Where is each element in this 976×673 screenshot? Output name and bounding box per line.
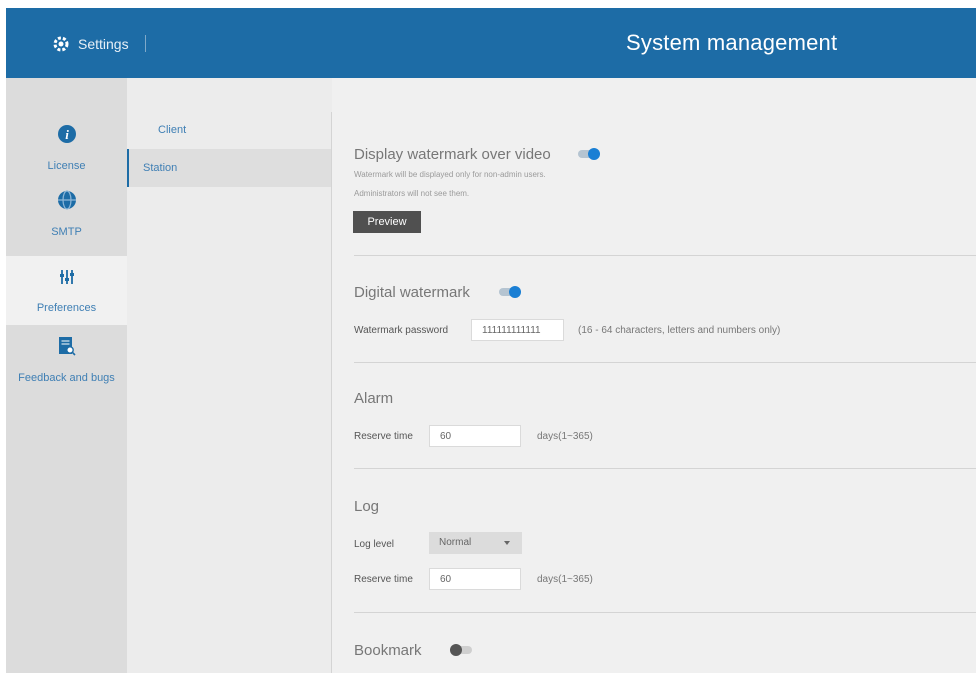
display-watermark-title: Display watermark over video	[354, 146, 551, 163]
sidebar-item-label: License	[47, 160, 86, 172]
log-level-value: Normal	[439, 537, 472, 548]
sidebar-item-license[interactable]: i License	[6, 118, 127, 182]
alarm-reserve-label: Reserve time	[354, 431, 413, 442]
top-bar: Settings System management	[6, 8, 976, 78]
watermark-password-hint: (16 - 64 characters, letters and numbers…	[578, 325, 781, 336]
log-reserve-unit: days(1~365)	[537, 574, 593, 585]
bookmark-toggle[interactable]	[450, 644, 472, 656]
toggle-knob	[588, 148, 600, 160]
svg-text:i: i	[65, 127, 69, 142]
settings-sidebar: i License SMTP Preferences Feedback and …	[6, 78, 127, 673]
digital-watermark-title: Digital watermark	[354, 284, 470, 301]
app-window: Settings System management i License SMT…	[6, 8, 976, 673]
section-divider	[354, 468, 976, 469]
sidebar-item-preferences[interactable]: Preferences	[6, 256, 127, 325]
globe-icon	[57, 190, 76, 210]
sidebar-item-label: Feedback and bugs	[18, 372, 115, 384]
subnav-item-client[interactable]: Client	[127, 111, 332, 149]
report-icon	[58, 337, 76, 356]
chevron-down-icon	[504, 541, 510, 545]
section-divider	[354, 362, 976, 363]
subnav-item-station[interactable]: Station	[127, 149, 332, 187]
page-title: System management	[626, 30, 838, 55]
watermark-password-label: Watermark password	[354, 325, 449, 336]
sidebar-item-feedback[interactable]: Feedback and bugs	[6, 328, 127, 390]
log-reserve-input[interactable]	[429, 568, 521, 590]
section-divider	[354, 255, 976, 256]
header-divider	[145, 35, 146, 52]
alarm-reserve-unit: days(1~365)	[537, 431, 593, 442]
log-level-select[interactable]: Normal	[429, 532, 522, 554]
sub-sidebar: Client Station	[127, 78, 332, 673]
bookmark-title: Bookmark	[354, 642, 422, 659]
alarm-title: Alarm	[354, 390, 394, 407]
log-title: Log	[354, 498, 380, 515]
preview-button[interactable]: Preview	[353, 211, 421, 233]
sliders-icon	[59, 270, 74, 284]
section-divider	[354, 612, 976, 613]
digital-watermark-toggle[interactable]	[499, 286, 521, 298]
log-level-label: Log level	[354, 539, 395, 550]
watermark-password-input[interactable]	[471, 319, 564, 341]
watermark-note: Watermark will be displayed only for non…	[354, 170, 546, 179]
main-panel: Display watermark over video Watermark w…	[332, 78, 976, 673]
alarm-reserve-input[interactable]	[429, 425, 521, 447]
log-reserve-label: Reserve time	[354, 574, 413, 585]
info-icon: i	[57, 125, 76, 143]
settings-gear-icon	[53, 36, 69, 52]
toggle-knob	[450, 644, 462, 656]
sidebar-item-label: SMTP	[51, 226, 82, 238]
sidebar-item-label: Preferences	[36, 302, 97, 314]
watermark-note: Administrators will not see them.	[354, 189, 470, 198]
settings-link[interactable]: Settings	[78, 36, 129, 52]
sidebar-item-smtp[interactable]: SMTP	[6, 188, 127, 248]
toggle-knob	[509, 286, 521, 298]
display-watermark-toggle[interactable]	[578, 148, 600, 160]
